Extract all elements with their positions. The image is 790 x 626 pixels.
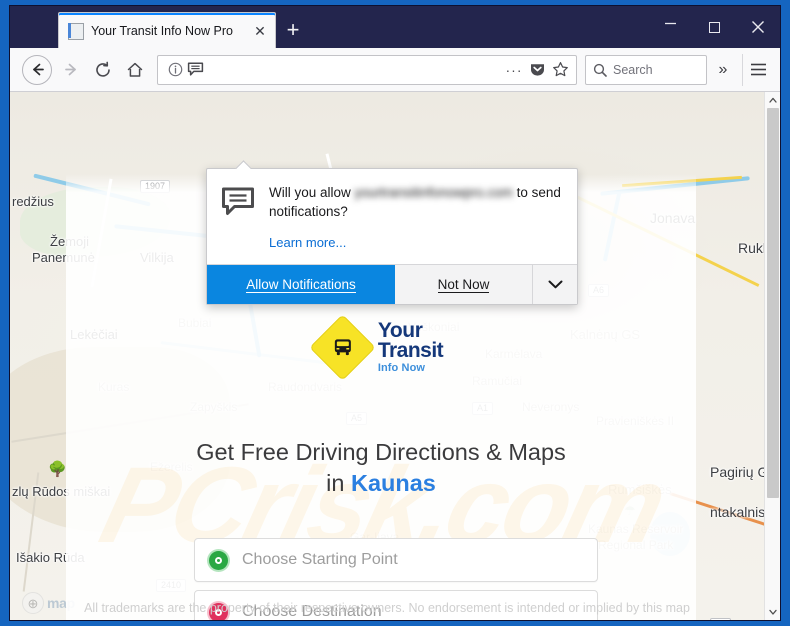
bus-icon [331, 338, 353, 357]
notification-permission-icon[interactable] [185, 60, 205, 80]
new-tab-button[interactable]: + [276, 12, 310, 48]
page-content: 🌳 ☂ redžiusŽemojiPanemunėVilkijaLekėčiai… [10, 92, 780, 620]
starting-point-field[interactable] [194, 538, 598, 582]
permission-question-prefix: Will you allow [269, 185, 351, 200]
forward-button[interactable] [55, 54, 87, 86]
map-road-shield: A6 [710, 618, 732, 620]
search-icon [593, 63, 607, 77]
site-info-icon[interactable] [165, 60, 185, 80]
navigation-toolbar: ··· Search » [10, 48, 780, 92]
browser-tab[interactable]: Your Transit Info Now Pro ✕ [58, 12, 276, 48]
scroll-down-icon[interactable] [765, 604, 780, 620]
desktop-background: Your Transit Info Now Pro ✕ + ··· Search… [0, 0, 790, 626]
notification-bubble-icon [221, 185, 255, 219]
search-input[interactable] [613, 62, 703, 77]
notification-permission-popup: Will you allow yourtransitinfonowpro.com… [206, 168, 578, 306]
headline-line-2-prefix: in [326, 470, 345, 497]
site-wordmark: Your Transit Info Now [377, 319, 444, 374]
minimize-button[interactable] [648, 6, 692, 48]
scrollbar-thumb[interactable] [767, 108, 779, 498]
search-bar[interactable] [585, 54, 707, 85]
popup-arrow [235, 160, 251, 169]
browser-menu-button[interactable] [742, 53, 774, 86]
reload-button[interactable] [87, 54, 119, 86]
tab-favicon-icon [68, 22, 84, 40]
tab-title: Your Transit Info Now Pro [91, 23, 233, 38]
logo-line-3: Info Now [377, 362, 426, 374]
back-button[interactable] [22, 54, 52, 85]
page-actions-more-icon[interactable]: ··· [504, 60, 524, 80]
site-logo[interactable]: Your Transit Info Now [66, 313, 696, 381]
chevron-down-icon [548, 280, 562, 289]
logo-line-1: Your [377, 319, 423, 342]
maximize-button[interactable] [692, 6, 736, 48]
scroll-up-icon[interactable] [765, 92, 781, 108]
trademark-notice: All trademarks are the property of their… [84, 601, 690, 615]
page-headline: Get Free Driving Directions & Maps in Ka… [66, 437, 696, 499]
tab-close-icon[interactable]: ✕ [251, 22, 269, 40]
allow-notifications-button[interactable]: Allow Notifications [207, 265, 395, 305]
browser-window: Your Transit Info Now Pro ✕ + ··· Search… [10, 6, 780, 620]
popup-body: Will you allow yourtransitinfonowpro.com… [207, 169, 577, 264]
pocket-icon[interactable] [527, 60, 547, 80]
starting-point-input[interactable] [242, 551, 597, 569]
permission-question: Will you allow yourtransitinfonowpro.com… [269, 183, 561, 221]
headline-line-1: Get Free Driving Directions & Maps [196, 439, 566, 465]
window-controls [648, 6, 780, 48]
requesting-domain: yourtransitinfonowpro.com [354, 185, 513, 200]
bus-sign-icon [309, 313, 376, 381]
tab-strip: Your Transit Info Now Pro ✕ + [10, 6, 780, 48]
map-forest-icon: 🌳 [48, 461, 67, 478]
address-bar-actions: ··· [504, 60, 570, 80]
logo-line-2: Transit [377, 339, 444, 362]
toolbar-overflow-button[interactable]: » [707, 54, 739, 86]
not-now-button[interactable]: Not Now [395, 265, 533, 305]
allow-notifications-label: Allow Notifications [246, 276, 356, 293]
start-marker-icon [209, 550, 228, 570]
close-window-button[interactable] [736, 6, 780, 48]
home-button[interactable] [119, 54, 151, 86]
bookmark-star-icon[interactable] [550, 60, 570, 80]
not-now-label: Not Now [437, 276, 490, 293]
page-scrollbar[interactable] [764, 92, 780, 620]
popup-actions: Allow Notifications Not Now [207, 264, 577, 305]
headline-city: Kaunas [350, 470, 436, 497]
learn-more-link[interactable]: Learn more... [269, 235, 346, 250]
address-bar[interactable]: ··· [157, 54, 577, 85]
popup-more-options-button[interactable] [533, 265, 577, 305]
popup-text: Will you allow yourtransitinfonowpro.com… [269, 183, 561, 252]
